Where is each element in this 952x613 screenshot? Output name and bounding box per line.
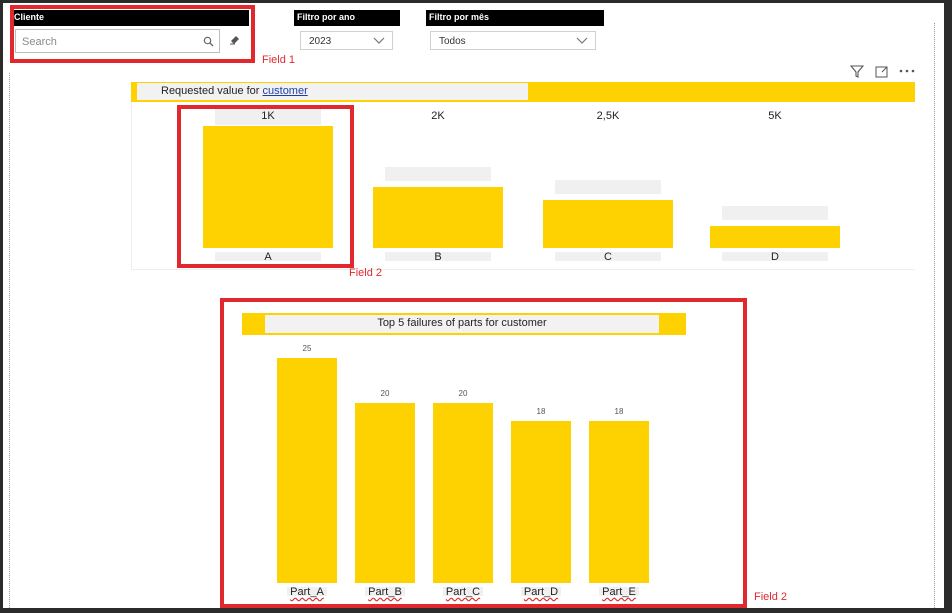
- mes-selected-value: Todos: [439, 36, 466, 47]
- field2-label-b: Field 2: [754, 591, 788, 603]
- slicer-ano-header: Filtro por ano: [294, 10, 400, 26]
- field2-highlight-bar: [177, 105, 354, 268]
- field2-highlight-chart: [220, 298, 747, 608]
- chart1-data-label: 5K: [768, 110, 782, 122]
- chart1-category-label: B: [434, 251, 442, 263]
- chart1-label-placeholder: [385, 167, 491, 181]
- visual-border-right: [934, 23, 935, 608]
- chart1-title-link[interactable]: customer: [263, 85, 308, 97]
- chart1-data-label: 2,5K: [596, 110, 620, 122]
- visual-border-left: [9, 73, 10, 608]
- report-canvas: Cliente Search Filtro por ano 2023 Filtr…: [3, 3, 944, 608]
- chart1-bottom-edge: [131, 269, 915, 270]
- field2-label-a: Field 2: [349, 267, 383, 279]
- chart1-title: Requested value for customer: [161, 85, 308, 97]
- chart1-data-label: 2K: [431, 110, 445, 122]
- chart1-bar[interactable]: [710, 226, 840, 248]
- chart1-bar[interactable]: [373, 187, 503, 248]
- filter-icon[interactable]: [850, 64, 864, 78]
- focus-mode-icon[interactable]: [875, 65, 889, 78]
- chart1-category-label: D: [771, 251, 779, 263]
- slicer-mes-header: Filtro por mês: [426, 10, 604, 26]
- ano-selected-value: 2023: [309, 36, 332, 47]
- chart1-label-placeholder: [722, 206, 828, 220]
- slicer-mes-title: Filtro por mês: [429, 12, 490, 22]
- slicer-ano-title: Filtro por ano: [297, 12, 355, 22]
- chart1-title-prefix: Requested value for: [161, 85, 263, 97]
- field1-label: Field 1: [262, 54, 296, 66]
- chart1-left-edge: [131, 102, 132, 270]
- chart1-bar[interactable]: [543, 200, 673, 248]
- chart1-category-label: C: [604, 251, 612, 263]
- chart1-label-placeholder: [555, 180, 661, 194]
- field1-highlight: [10, 5, 255, 63]
- ano-dropdown[interactable]: 2023: [300, 31, 393, 50]
- chevron-down-icon: [373, 37, 385, 44]
- more-options-icon[interactable]: [899, 68, 915, 74]
- chevron-down-icon: [576, 37, 588, 44]
- mes-dropdown[interactable]: Todos: [430, 31, 596, 50]
